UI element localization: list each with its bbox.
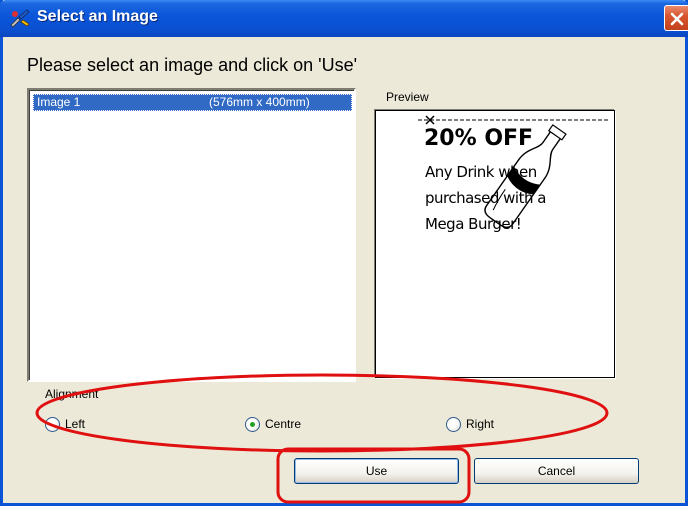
ticket-headline: 20% OFF <box>424 126 534 151</box>
close-button[interactable] <box>664 5 688 31</box>
cancel-button[interactable]: Cancel <box>474 458 639 484</box>
instruction-heading: Please select an image and click on 'Use… <box>27 55 358 75</box>
image-size: (576mm x 400mm) <box>209 95 310 109</box>
ticket-line-1: Any Drink when <box>425 163 537 181</box>
paint-icon <box>9 8 31 28</box>
radio-left-label: Left <box>65 417 86 431</box>
ticket-line-2: purchased with a <box>425 189 546 207</box>
image-listbox[interactable]: Image 1 (576mm x 400mm) <box>27 88 356 382</box>
radio-right-circle[interactable] <box>446 417 461 432</box>
select-image-dialog: Select an Image Please select an image a… <box>0 0 688 506</box>
radio-centre-label: Centre <box>265 417 302 431</box>
radio-right-label: Right <box>466 417 495 431</box>
radio-left-circle[interactable] <box>45 417 60 432</box>
list-item[interactable]: Image 1 (576mm x 400mm) <box>33 94 352 111</box>
use-button[interactable]: Use <box>294 458 459 484</box>
preview-pane: 20% OFF Any Drink when purchased with a … <box>375 110 615 378</box>
window-title: Select an Image <box>37 8 158 25</box>
ticket-line-3: Mega Burger! <box>425 215 522 233</box>
image-name: Image 1 <box>37 95 81 109</box>
alignment-label: Alignment <box>45 387 99 401</box>
ticket-preview-graphic <box>418 115 610 229</box>
preview-label: Preview <box>386 90 429 104</box>
radio-centre-circle[interactable] <box>245 417 260 432</box>
title-bar[interactable]: Select an Image <box>0 0 688 37</box>
